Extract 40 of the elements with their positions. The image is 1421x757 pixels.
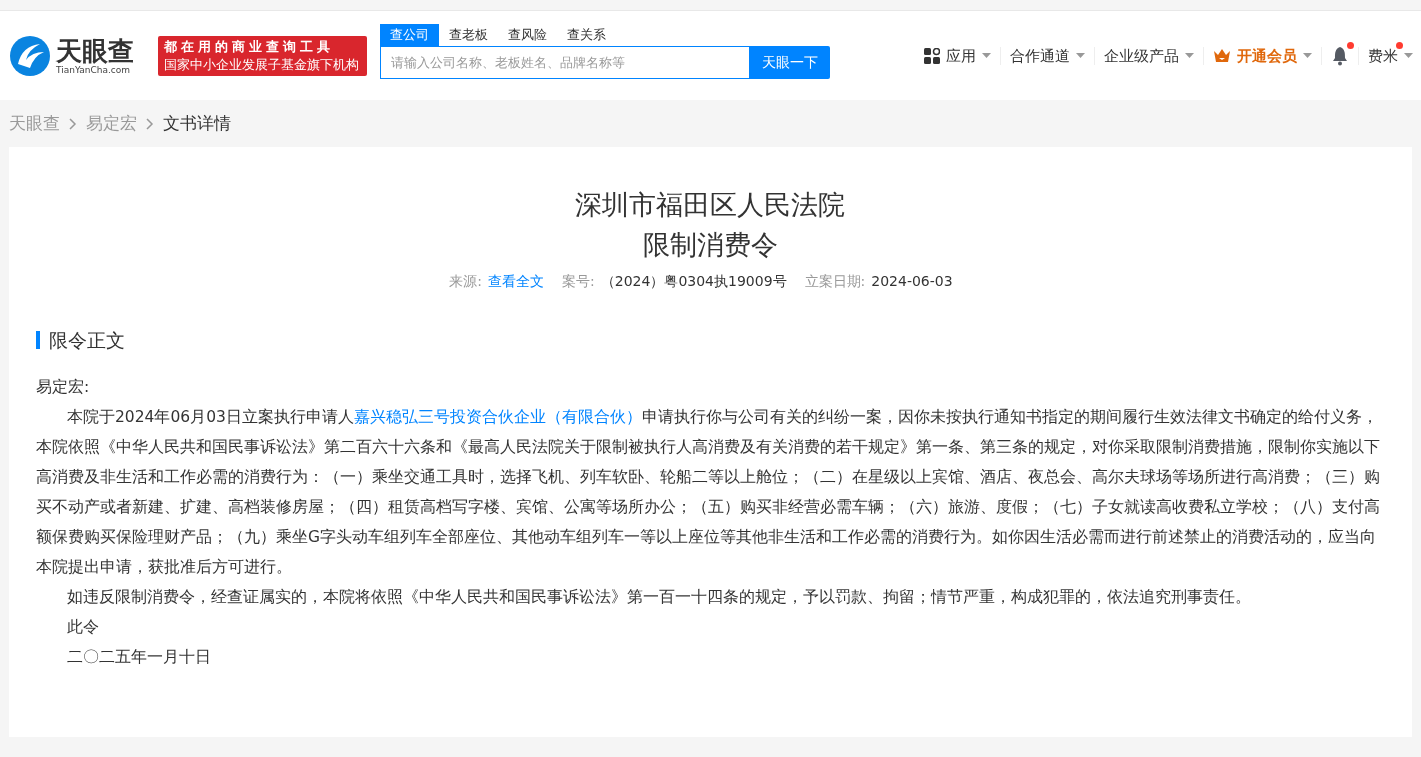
salutation: 易定宏: [36,377,91,398]
logo-domain: TianYanCha.com [56,64,131,75]
nav-menu-label[interactable]: 应用 [946,46,976,65]
applicant-link[interactable]: 嘉兴稳弘三号投资合伙企业（有限合伙） [353,408,642,426]
paragraph: 此令 [66,617,100,638]
nav-menu-label[interactable]: 企业级产品 [1104,46,1179,65]
caret-icon[interactable] [982,52,991,59]
search-field[interactable]: 请输入公司名称、老板姓名、品牌名称等 [380,46,750,79]
meta-label: 案号: [562,273,595,289]
section-title: 限令正文 [36,331,1384,349]
nav-menu-label[interactable]: 费米 [1368,46,1398,65]
slogan-text: 都在用的商业查询工具 [164,37,335,56]
search-button[interactable]: 天眼一下 [750,46,830,79]
paragraph: 二〇二五年一月十日 [66,647,212,668]
search-tab[interactable]: 查关系 [557,24,616,46]
search-tab[interactable]: 查公司 [380,24,439,46]
document-title: 限制消费令 [641,228,779,262]
caret-icon[interactable] [1303,52,1312,59]
nav-menu-label[interactable]: 合作通道 [1010,46,1070,65]
paragraph: 本院于2024年06月03日立案执行申请人嘉兴稳弘三号投资合伙企业（有限合伙）申请执行你与公司有关的纠纷一案，因你未按执行通知书指定的期间履行生效法律文书确定的给付义务，本院依照《中华人民共和国民事诉讼法》第二百六十六条和《最高人民法院关于限制被执行人高消费及有关消费的若干规定》第一条、第三条的规定，对你采取限制消费措施，限制你实施以下高消费及非生活和工作必需的消费行为：（一）乘坐交通工具时，选择飞机、列车软卧、轮船二等以上舱位；（二）在星级以上宾馆、酒店、夜总会、高尔夫球场等场所进行高消费；（三）购买不动产或者新建、扩建、高档装修房屋；（四）租赁高档写字楼、宾馆、公寓等场所办公；（五）购买非经营必需车辆；（六）旅游、度假；（七）子女就读高收费私立学校；（八）支付高额保费购买保险理财产品；（九）乘坐G字头动车组列车全部座位、其他动车组列车一等以上座位等其他非生活和工作必需的消费行为。如你因生活必需而进行前述禁止的消费活动的，应当向本院提出申请，获批准后方可进行。 [36,407,1381,578]
caret-icon[interactable] [1076,52,1085,59]
chevron-icon [146,117,154,130]
meta-value: （2024）粤0304执19009号 [600,273,787,289]
paragraph: 如违反限制消费令，经查证属实的，本院将依照《中华人民共和国民事诉讼法》第一百一十四条的规定，予以罚款、拘留；情节严重，构成犯罪的，依法追究刑事责任。 [66,587,1252,608]
full-text-link[interactable]: 查看全文 [488,273,545,289]
apps-grid-icon[interactable] [924,47,940,64]
meta-label: 立案日期: [804,273,866,289]
meta-label: 来源: [449,273,483,289]
slogan-text: 国家中小企业发展子基金旗下机构 [164,55,360,74]
search-tab[interactable]: 查老板 [439,24,498,46]
meta-value: 2024-06-03 [871,273,953,289]
search-tab[interactable]: 查风险 [498,24,557,46]
caret-icon[interactable] [1185,52,1194,59]
caret-icon[interactable] [1404,52,1413,59]
chevron-icon [69,117,77,130]
crown-icon[interactable] [1213,48,1231,63]
logo-name: 天眼查 [56,36,134,65]
bell-icon[interactable] [1331,45,1349,66]
logo-icon[interactable] [8,33,52,78]
court-name: 深圳市福田区人民法院 [574,188,846,222]
